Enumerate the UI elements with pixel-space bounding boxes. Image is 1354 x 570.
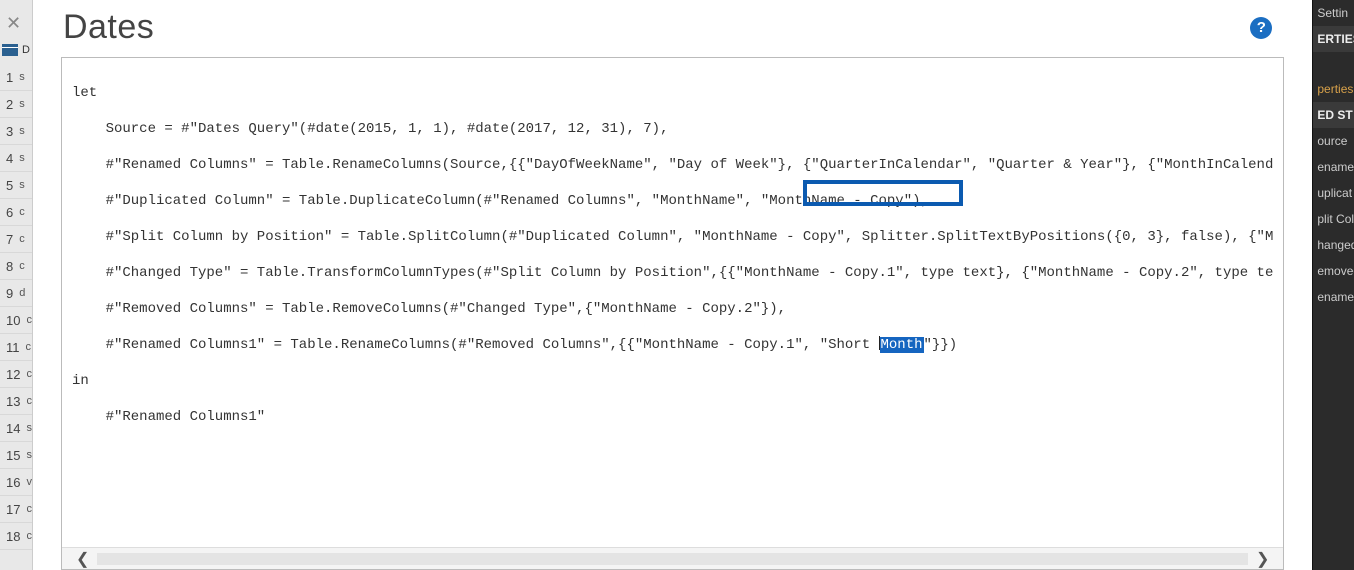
code-line: Source = #"Dates Query"(#date(2015, 1, 1… (72, 120, 1273, 138)
right-side-panel: Settin ERTIES perties ED ST ource enamed… (1312, 0, 1354, 570)
horizontal-scrollbar[interactable]: ❮ ❯ (62, 547, 1283, 569)
help-icon[interactable]: ? (1250, 17, 1272, 39)
code-line: let (72, 84, 1273, 102)
row-number[interactable]: 8c (0, 253, 32, 280)
code-line: #"Removed Columns" = Table.RemoveColumns… (72, 300, 1273, 318)
applied-step[interactable]: enamed (1313, 284, 1354, 310)
applied-step[interactable]: plit Col (1313, 206, 1354, 232)
row-number[interactable]: 18c (0, 523, 32, 550)
query-tab-label: D (18, 44, 30, 56)
code-line: #"Split Column by Position" = Table.Spli… (72, 228, 1273, 246)
code-line: #"Renamed Columns1" (72, 408, 1273, 426)
table-icon (2, 44, 18, 56)
row-number[interactable]: 3s (0, 118, 32, 145)
row-number[interactable]: 15s (0, 442, 32, 469)
row-number[interactable]: 12c (0, 361, 32, 388)
scroll-left-icon[interactable]: ❮ (72, 549, 93, 569)
row-number[interactable]: 7c (0, 226, 32, 253)
code-line: #"Renamed Columns1" = Table.RenameColumn… (72, 336, 1273, 354)
row-number[interactable]: 6c (0, 199, 32, 226)
scroll-right-icon[interactable]: ❯ (1252, 549, 1273, 569)
applied-step[interactable]: uplicat (1313, 180, 1354, 206)
advanced-editor[interactable]: let Source = #"Dates Query"(#date(2015, … (61, 57, 1284, 570)
code-line: #"Duplicated Column" = Table.DuplicateCo… (72, 192, 1273, 210)
row-number[interactable]: 5s (0, 172, 32, 199)
row-number[interactable]: 13c (0, 388, 32, 415)
settings-label[interactable]: Settin (1313, 0, 1354, 26)
properties-header: ERTIES (1313, 26, 1354, 52)
applied-step[interactable]: enamed (1313, 154, 1354, 180)
row-numbers: 1s 2s 3s 4s 5s 6c 7c 8c 9d 10c 11c 12c 1… (0, 60, 32, 550)
row-number[interactable]: 11c (0, 334, 32, 361)
main-panel: Dates ? let Source = #"Dates Query"(#dat… (33, 0, 1312, 570)
applied-step[interactable]: hanged (1313, 232, 1354, 258)
applied-steps-header: ED ST (1313, 102, 1354, 128)
code-line: #"Changed Type" = Table.TransformColumnT… (72, 264, 1273, 282)
applied-step[interactable]: ource (1313, 128, 1354, 154)
row-number[interactable]: 9d (0, 280, 32, 307)
code-line: in (72, 372, 1273, 390)
all-properties-link[interactable]: perties (1313, 76, 1354, 102)
applied-step[interactable]: emoved (1313, 258, 1354, 284)
scroll-track[interactable] (97, 553, 1248, 565)
row-number[interactable]: 16v (0, 469, 32, 496)
close-icon[interactable]: ✕ (6, 14, 21, 32)
row-number[interactable]: 17c (0, 496, 32, 523)
row-number[interactable]: 10c (0, 307, 32, 334)
left-gutter: ✕ D 1s 2s 3s 4s 5s 6c 7c 8c 9d 10c 11c 1… (0, 0, 33, 570)
row-number[interactable]: 14s (0, 415, 32, 442)
row-number[interactable]: 1s (0, 64, 32, 91)
code-line: #"Renamed Columns" = Table.RenameColumns… (72, 156, 1273, 174)
row-number[interactable]: 4s (0, 145, 32, 172)
row-number[interactable]: 2s (0, 91, 32, 118)
page-title: Dates (63, 8, 154, 47)
code-area[interactable]: let Source = #"Dates Query"(#date(2015, … (62, 58, 1283, 547)
selected-text: Month (880, 337, 924, 353)
